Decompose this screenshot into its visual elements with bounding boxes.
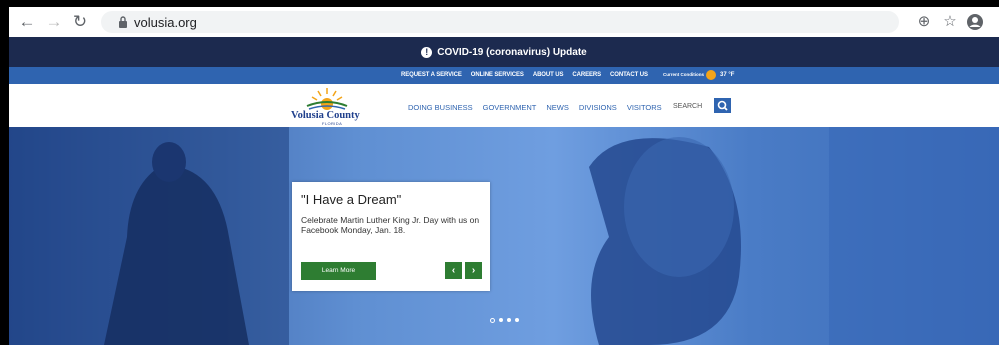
utility-bar: REQUEST A SERVICE ONLINE SERVICES ABOUT … — [9, 67, 999, 84]
nav-link-government[interactable]: GOVERNMENT — [483, 103, 537, 112]
covid-banner[interactable]: ! COVID-19 (coronavirus) Update — [9, 37, 999, 67]
logo-subtext: FLORIDA — [322, 121, 343, 126]
address-bar[interactable] — [101, 11, 899, 33]
forward-arrow-icon[interactable]: → — [45, 13, 63, 31]
learn-more-button[interactable]: Learn More — [301, 262, 376, 280]
carousel-next-button[interactable]: › — [465, 262, 482, 279]
hero-title: "I Have a Dream" — [301, 192, 402, 207]
weather-sun-icon — [706, 70, 716, 80]
utility-link-contact-us[interactable]: CONTACT US — [610, 72, 648, 78]
lock-icon — [119, 16, 127, 28]
nav-link-news[interactable]: NEWS — [546, 103, 569, 112]
utility-link-request-service[interactable]: REQUEST A SERVICE — [401, 72, 462, 78]
main-nav: Volusia County FLORIDA DOING BUSINESS GO… — [9, 84, 999, 127]
carousel-dot-4[interactable] — [515, 318, 519, 322]
browser-toolbar: ← → ↻ volusia.org ⊕ ☆ — [9, 7, 999, 37]
back-arrow-icon[interactable]: ← — [18, 13, 36, 31]
reload-icon[interactable]: ↻ — [71, 13, 89, 31]
primary-nav-links: DOING BUSINESS GOVERNMENT NEWS DIVISIONS… — [408, 103, 662, 112]
browser-window: ← → ↻ volusia.org ⊕ ☆ ! COVID-19 (corona… — [9, 7, 999, 345]
carousel-dot-3[interactable] — [507, 318, 511, 322]
utility-link-about-us[interactable]: ABOUT US — [533, 72, 564, 78]
hero-image — [9, 127, 999, 345]
zoom-icon[interactable]: ⊕ — [915, 13, 933, 31]
utility-links: REQUEST A SERVICE ONLINE SERVICES ABOUT … — [401, 72, 648, 78]
current-conditions-label[interactable]: Current Conditions — [663, 72, 704, 77]
profile-icon[interactable] — [966, 13, 984, 31]
hero-body: Celebrate Martin Luther King Jr. Day wit… — [301, 215, 480, 235]
info-icon: ! — [421, 46, 433, 58]
utility-link-online-services[interactable]: ONLINE SERVICES — [471, 72, 524, 78]
carousel-dots — [490, 318, 519, 323]
nav-link-doing-business[interactable]: DOING BUSINESS — [408, 103, 473, 112]
search-button[interactable] — [714, 98, 731, 113]
logo-text[interactable]: Volusia County — [291, 110, 360, 121]
url-text[interactable]: volusia.org — [134, 15, 197, 30]
nav-link-visitors[interactable]: VISITORS — [627, 103, 662, 112]
nav-link-divisions[interactable]: DIVISIONS — [579, 103, 617, 112]
carousel-dot-2[interactable] — [499, 318, 503, 322]
temperature: 37 °F — [720, 72, 735, 78]
carousel-prev-button[interactable]: ‹ — [445, 262, 462, 279]
star-icon[interactable]: ☆ — [941, 13, 959, 31]
hero-card: "I Have a Dream" Celebrate Martin Luther… — [292, 182, 490, 291]
covid-banner-text[interactable]: COVID-19 (coronavirus) Update — [437, 47, 586, 58]
utility-link-careers[interactable]: CAREERS — [572, 72, 601, 78]
carousel-dot-1[interactable] — [490, 318, 495, 323]
search-label[interactable]: SEARCH — [673, 103, 702, 110]
hero-carousel: "I Have a Dream" Celebrate Martin Luther… — [9, 127, 999, 345]
